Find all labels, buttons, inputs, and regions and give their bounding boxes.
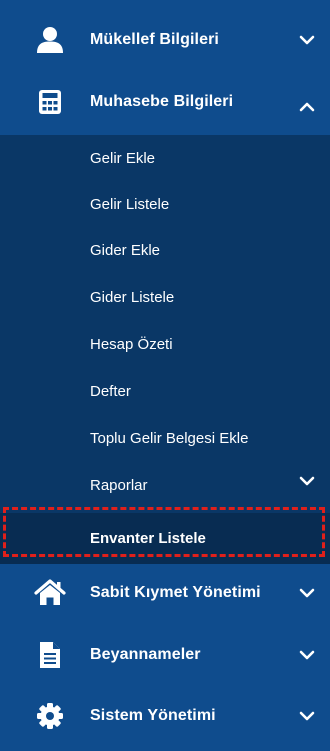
chevron-down-icon — [298, 31, 316, 49]
chevron-down-icon — [298, 584, 316, 602]
submenu-item-label: Gelir Ekle — [90, 149, 156, 167]
submenu-item-label: Defter — [90, 382, 131, 400]
document-icon — [34, 639, 66, 671]
chevron-up-icon — [298, 98, 316, 116]
gear-icon — [34, 700, 66, 732]
submenu-item-gelir-ekle[interactable]: Gelir Ekle — [0, 135, 330, 181]
sidebar-menu: Mükellef Bilgileri Muhasebe Bilgileri Ge… — [0, 0, 330, 751]
menu-item-label: Sabit Kıymet Yönetimi — [90, 584, 261, 601]
menu-item-beyannameler[interactable]: Beyannameler — [0, 625, 330, 685]
menu-item-label: Sistem Yönetimi — [90, 707, 216, 724]
submenu-item-label: Gider Listele — [90, 288, 175, 306]
submenu-item-label: Envanter Listele — [90, 530, 206, 547]
submenu-item-label: Raporlar — [90, 476, 148, 494]
chevron-down-icon — [298, 472, 316, 490]
submenu-item-label: Toplu Gelir Belgesi Ekle — [90, 429, 249, 447]
submenu-item-hesap-ozeti[interactable]: Hesap Özeti — [0, 321, 330, 367]
home-icon — [34, 577, 66, 609]
menu-item-sistem-yonetimi[interactable]: Sistem Yönetimi — [0, 686, 330, 746]
submenu-item-label: Gelir Listele — [90, 195, 170, 213]
submenu-item-envanter-listele[interactable]: Envanter Listele — [0, 513, 330, 564]
menu-item-label: Mükellef Bilgileri — [90, 31, 219, 48]
chevron-down-icon — [298, 707, 316, 725]
calculator-icon — [34, 86, 66, 118]
submenu-item-label: Gider Ekle — [90, 241, 161, 259]
menu-item-label: Muhasebe Bilgileri — [90, 93, 234, 110]
submenu-item-gider-ekle[interactable]: Gider Ekle — [0, 227, 330, 273]
menu-item-muhasebe-bilgileri[interactable]: Muhasebe Bilgileri — [0, 72, 330, 132]
submenu-item-defter[interactable]: Defter — [0, 368, 330, 414]
submenu-item-gelir-listele[interactable]: Gelir Listele — [0, 181, 330, 227]
menu-item-sabit-kiymet-yonetimi[interactable]: Sabit Kıymet Yönetimi — [0, 563, 330, 623]
submenu-item-gider-listele[interactable]: Gider Listele — [0, 274, 330, 320]
submenu-item-toplu-gelir-belgesi-ekle[interactable]: Toplu Gelir Belgesi Ekle — [0, 415, 330, 461]
menu-item-label: Beyannameler — [90, 646, 201, 663]
submenu-item-label: Hesap Özeti — [90, 335, 173, 353]
user-icon — [34, 24, 66, 56]
submenu-muhasebe-bilgileri: Gelir Ekle Gelir Listele Gider Ekle Gide… — [0, 135, 330, 564]
submenu-item-raporlar[interactable]: Raporlar — [0, 462, 330, 508]
chevron-down-icon — [298, 646, 316, 664]
menu-item-mukellef-bilgileri[interactable]: Mükellef Bilgileri — [0, 10, 330, 70]
